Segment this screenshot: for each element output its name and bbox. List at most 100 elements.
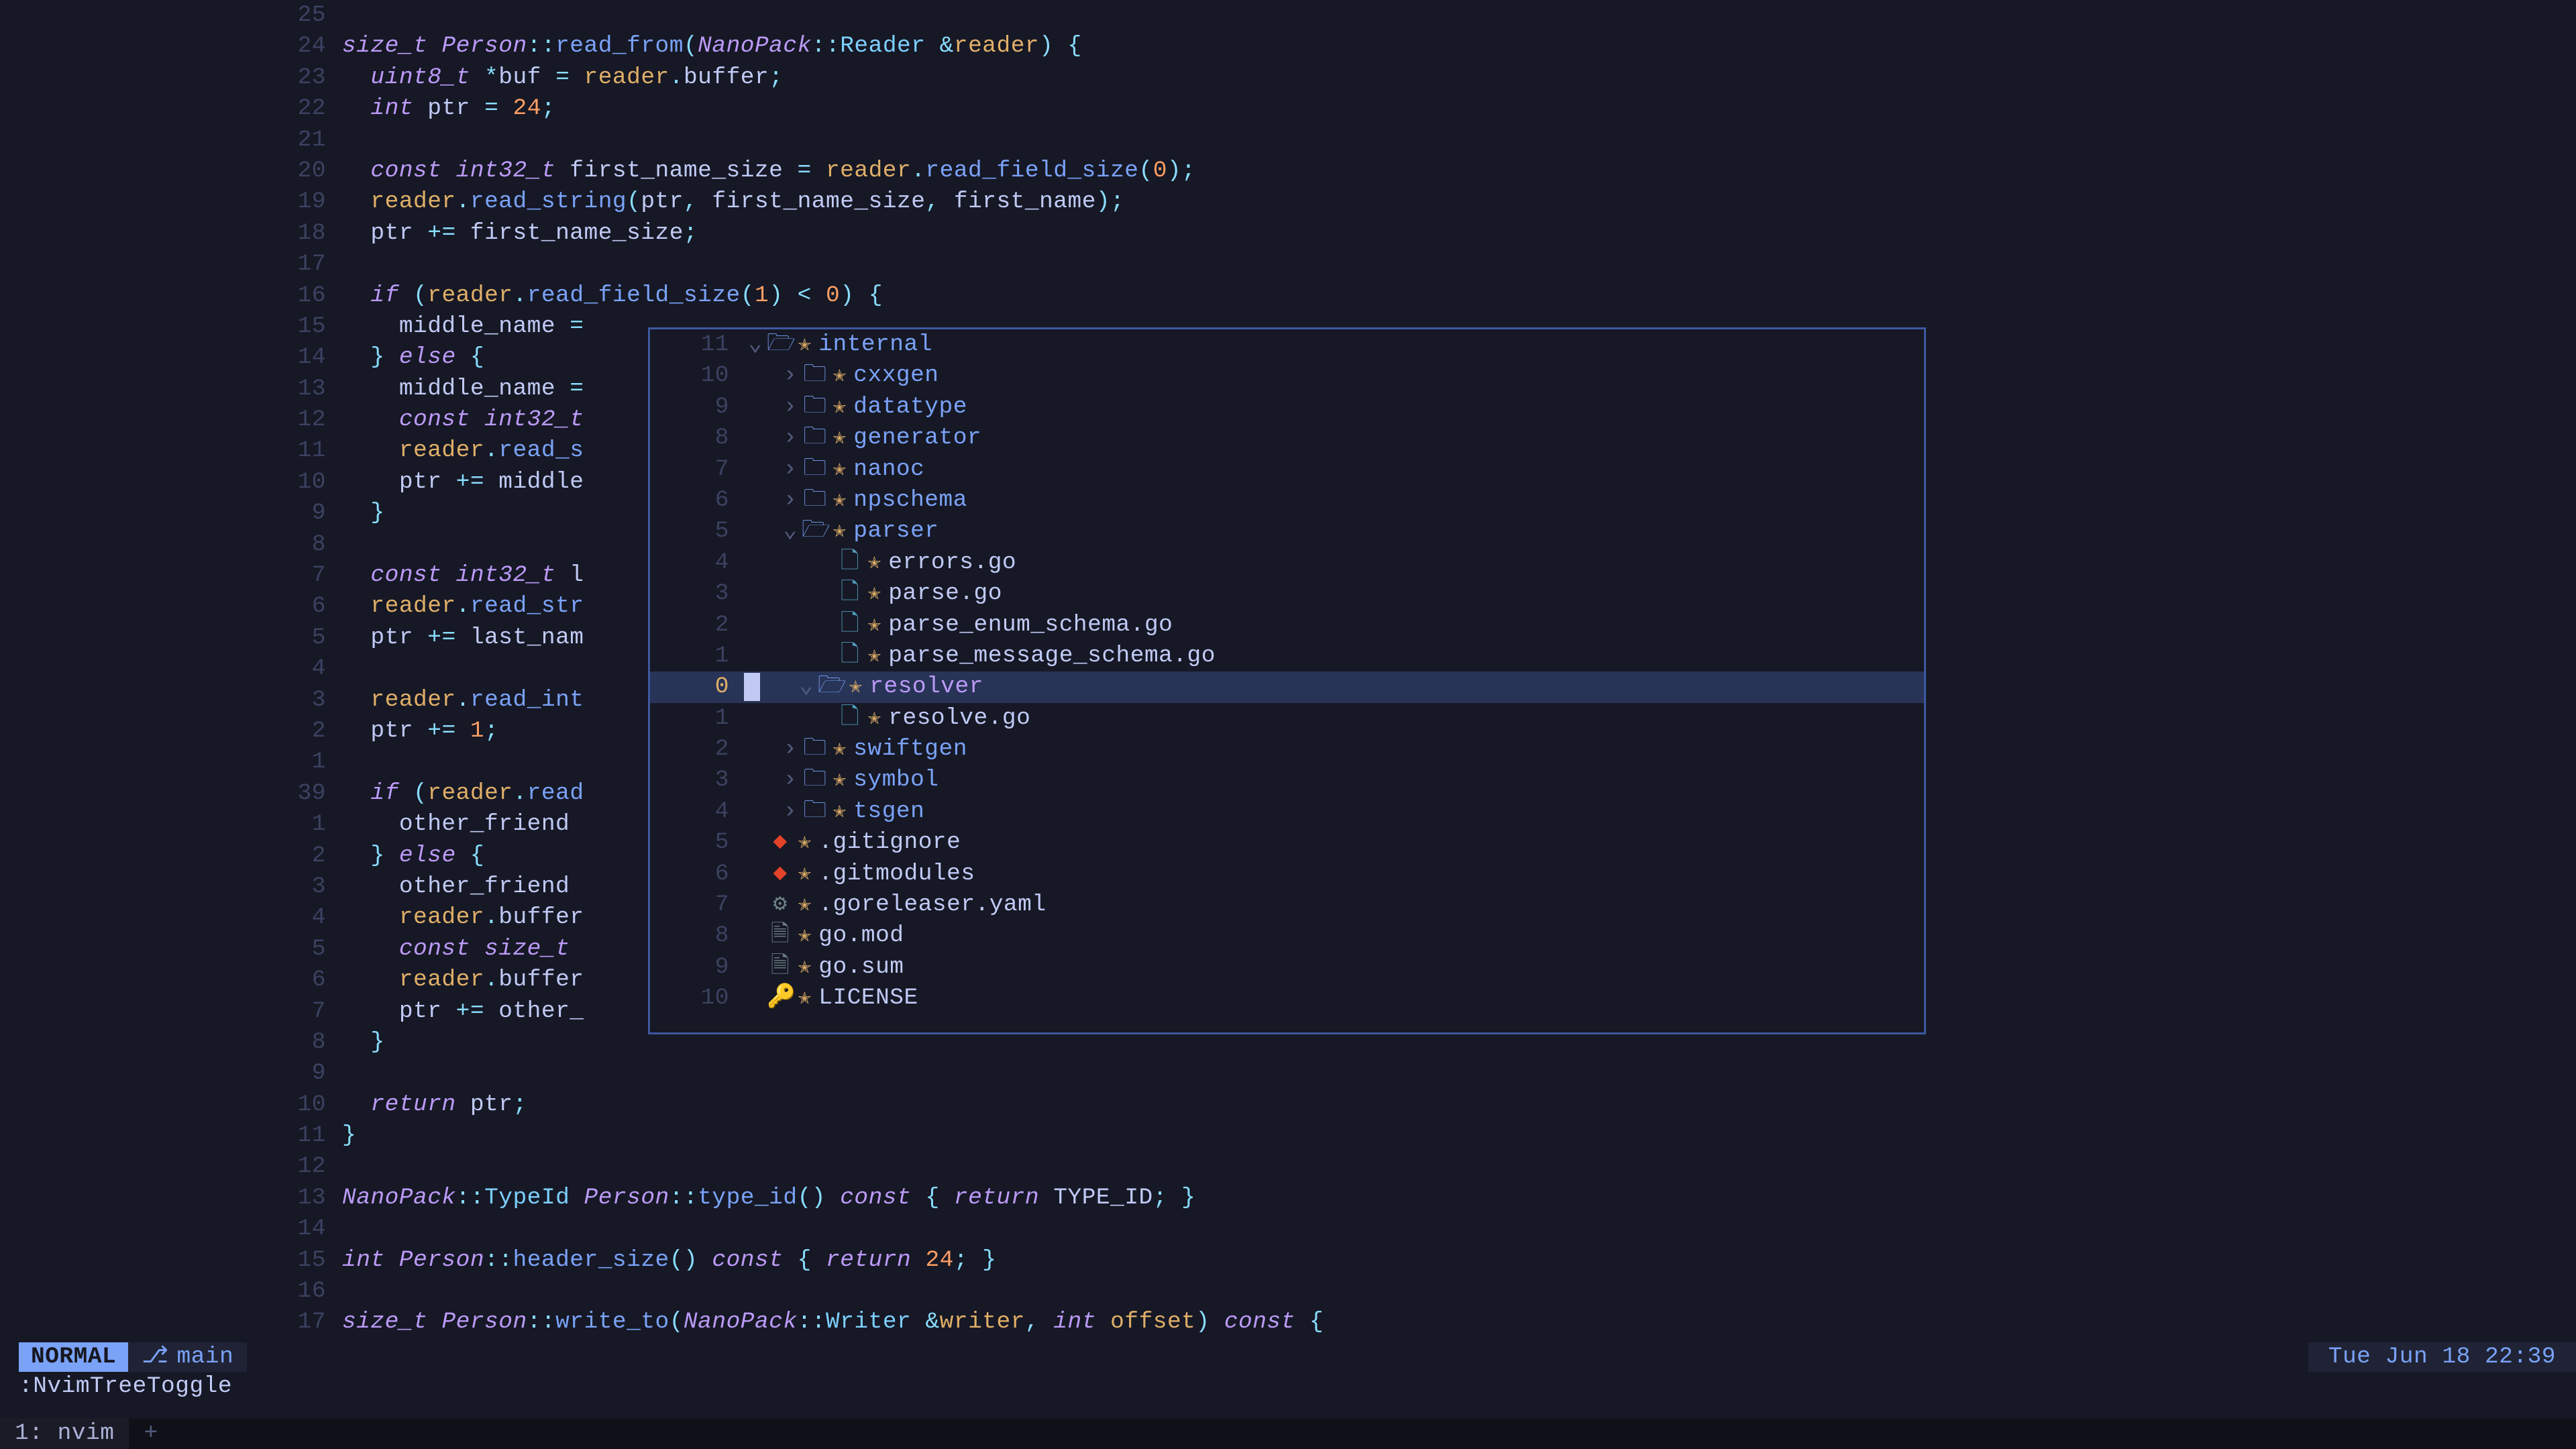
chevron-down-icon[interactable]: ⌄ — [779, 516, 802, 547]
tree-item-label: LICENSE — [818, 983, 918, 1014]
line-number: 25 — [0, 0, 342, 31]
chevron-right-icon[interactable]: › — [779, 423, 802, 453]
tab-line[interactable]: 1: nvim + — [0, 1418, 2576, 1449]
tree-file[interactable]: 1 🗋✭resolve.go — [650, 703, 1924, 734]
line-number: 23 — [0, 62, 342, 93]
branch-icon: ⎇ — [142, 1342, 168, 1373]
chevron-right-icon[interactable]: › — [779, 765, 802, 796]
code-line[interactable]: 10 return ptr; — [0, 1089, 2576, 1120]
code-line[interactable]: 24size_t Person::read_from(NanoPack::Rea… — [0, 31, 2576, 62]
tree-folder[interactable]: 0⌄🗁✭resolver — [650, 672, 1924, 702]
code-line[interactable]: 23 uint8_t *buf = reader.buffer; — [0, 62, 2576, 93]
code-line[interactable]: 21 — [0, 125, 2576, 156]
git-dirty-star-icon: ✭ — [828, 734, 853, 765]
code-line[interactable]: 22 int ptr = 24; — [0, 93, 2576, 124]
tree-file[interactable]: 5 ◆✭.gitignore — [650, 827, 1924, 858]
tree-file[interactable]: 2 🗋✭parse_enum_schema.go — [650, 610, 1924, 641]
git-dirty-star-icon: ✭ — [794, 952, 818, 983]
tree-file[interactable]: 6 ◆✭.gitmodules — [650, 859, 1924, 890]
git-dirty-star-icon: ✭ — [794, 920, 818, 951]
caret-placeholder — [744, 890, 767, 920]
code-line[interactable]: 14 — [0, 1214, 2576, 1244]
tree-line-number: 2 — [650, 734, 744, 765]
code-line[interactable]: 19 reader.read_string(ptr, first_name_si… — [0, 186, 2576, 217]
tree-folder[interactable]: 8›🗀✭generator — [650, 423, 1924, 453]
folder-icon: 🗀 — [802, 360, 828, 391]
tab-add-icon[interactable]: + — [130, 1418, 171, 1449]
line-number: 6 — [0, 591, 342, 622]
chevron-right-icon[interactable]: › — [779, 734, 802, 765]
tree-file[interactable]: 7 ⚙✭.goreleaser.yaml — [650, 890, 1924, 920]
tree-folder[interactable]: 9›🗀✭datatype — [650, 392, 1924, 423]
code-line[interactable]: 17 — [0, 249, 2576, 280]
command-line[interactable]: :NvimTreeToggle — [19, 1371, 232, 1402]
git-dirty-star-icon: ✭ — [794, 329, 818, 360]
caret-placeholder — [744, 920, 767, 951]
tree-item-label: tsgen — [853, 796, 924, 827]
code-text: int ptr = 24; — [342, 93, 2576, 124]
go-file-icon: 🗋 — [837, 547, 863, 578]
tree-file[interactable]: 3 🗋✭parse.go — [650, 578, 1924, 609]
tree-item-label: resolver — [869, 672, 983, 702]
tree-item-label: npschema — [853, 485, 967, 516]
tree-line-number: 8 — [650, 920, 744, 951]
tree-item-label: .gitmodules — [818, 859, 975, 890]
git-dirty-star-icon: ✭ — [828, 454, 853, 485]
code-line[interactable]: 17size_t Person::write_to(NanoPack::Writ… — [0, 1307, 2576, 1338]
code-text: return ptr; — [342, 1089, 2576, 1120]
tree-file[interactable]: 4 🗋✭errors.go — [650, 547, 1924, 578]
tree-line-number: 3 — [650, 765, 744, 796]
tree-item-label: parse.go — [888, 578, 1002, 609]
folder-icon: 🗀 — [802, 796, 828, 827]
tree-file[interactable]: 8 🗎✭go.mod — [650, 920, 1924, 951]
tree-folder[interactable]: 3›🗀✭symbol — [650, 765, 1924, 796]
tree-folder[interactable]: 7›🗀✭nanoc — [650, 454, 1924, 485]
folder-icon: 🗀 — [802, 392, 828, 423]
git-dirty-star-icon: ✭ — [794, 983, 818, 1014]
tree-folder[interactable]: 4›🗀✭tsgen — [650, 796, 1924, 827]
tree-folder[interactable]: 5⌄🗁✭parser — [650, 516, 1924, 547]
tree-file[interactable]: 10 🔑✭LICENSE — [650, 983, 1924, 1014]
chevron-down-icon[interactable]: ⌄ — [744, 329, 767, 360]
chevron-down-icon[interactable]: ⌄ — [795, 672, 818, 702]
code-line[interactable]: 25 — [0, 0, 2576, 31]
code-line[interactable]: 18 ptr += first_name_size; — [0, 218, 2576, 249]
code-text: size_t Person::read_from(NanoPack::Reade… — [342, 31, 2576, 62]
tree-item-label: parse_message_schema.go — [888, 641, 1216, 672]
tree-file[interactable]: 1 🗋✭parse_message_schema.go — [650, 641, 1924, 672]
tab-nvim[interactable]: 1: nvim — [0, 1418, 130, 1449]
line-number: 2 — [0, 716, 342, 747]
tree-file[interactable]: 9 🗎✭go.sum — [650, 952, 1924, 983]
git-dirty-star-icon: ✭ — [828, 392, 853, 423]
code-line[interactable]: 12 — [0, 1151, 2576, 1182]
line-number: 8 — [0, 1027, 342, 1058]
folder-icon: 🗀 — [802, 734, 828, 765]
line-number: 13 — [0, 374, 342, 405]
tree-folder[interactable]: 11⌄🗁✭internal — [650, 329, 1924, 360]
code-line[interactable]: 13NanoPack::TypeId Person::type_id() con… — [0, 1183, 2576, 1214]
code-line[interactable]: 15int Person::header_size() const { retu… — [0, 1245, 2576, 1276]
tree-line-number: 1 — [650, 641, 744, 672]
tree-line-number: 0 — [650, 672, 744, 702]
chevron-right-icon[interactable]: › — [779, 485, 802, 516]
line-number: 5 — [0, 934, 342, 965]
folder-icon: 🗁 — [767, 329, 794, 360]
chevron-right-icon[interactable]: › — [779, 454, 802, 485]
code-line[interactable]: 20 const int32_t first_name_size = reade… — [0, 156, 2576, 186]
tree-folder[interactable]: 6›🗀✭npschema — [650, 485, 1924, 516]
chevron-right-icon[interactable]: › — [779, 796, 802, 827]
folder-icon: 🗁 — [802, 516, 828, 547]
code-line[interactable]: 11} — [0, 1120, 2576, 1151]
folder-icon: 🗁 — [818, 672, 845, 702]
tree-folder[interactable]: 10›🗀✭cxxgen — [650, 360, 1924, 391]
code-line[interactable]: 16 — [0, 1276, 2576, 1307]
chevron-right-icon[interactable]: › — [779, 360, 802, 391]
tree-folder[interactable]: 2›🗀✭swiftgen — [650, 734, 1924, 765]
chevron-right-icon[interactable]: › — [779, 392, 802, 423]
line-number: 2 — [0, 841, 342, 871]
file-tree-float[interactable]: 11⌄🗁✭internal10›🗀✭cxxgen9›🗀✭datatype8›🗀✭… — [648, 327, 1926, 1034]
git-dirty-star-icon: ✭ — [863, 703, 888, 734]
code-line[interactable]: 16 if (reader.read_field_size(1) < 0) { — [0, 280, 2576, 311]
git-dirty-star-icon: ✭ — [863, 610, 888, 641]
code-line[interactable]: 9 — [0, 1058, 2576, 1089]
